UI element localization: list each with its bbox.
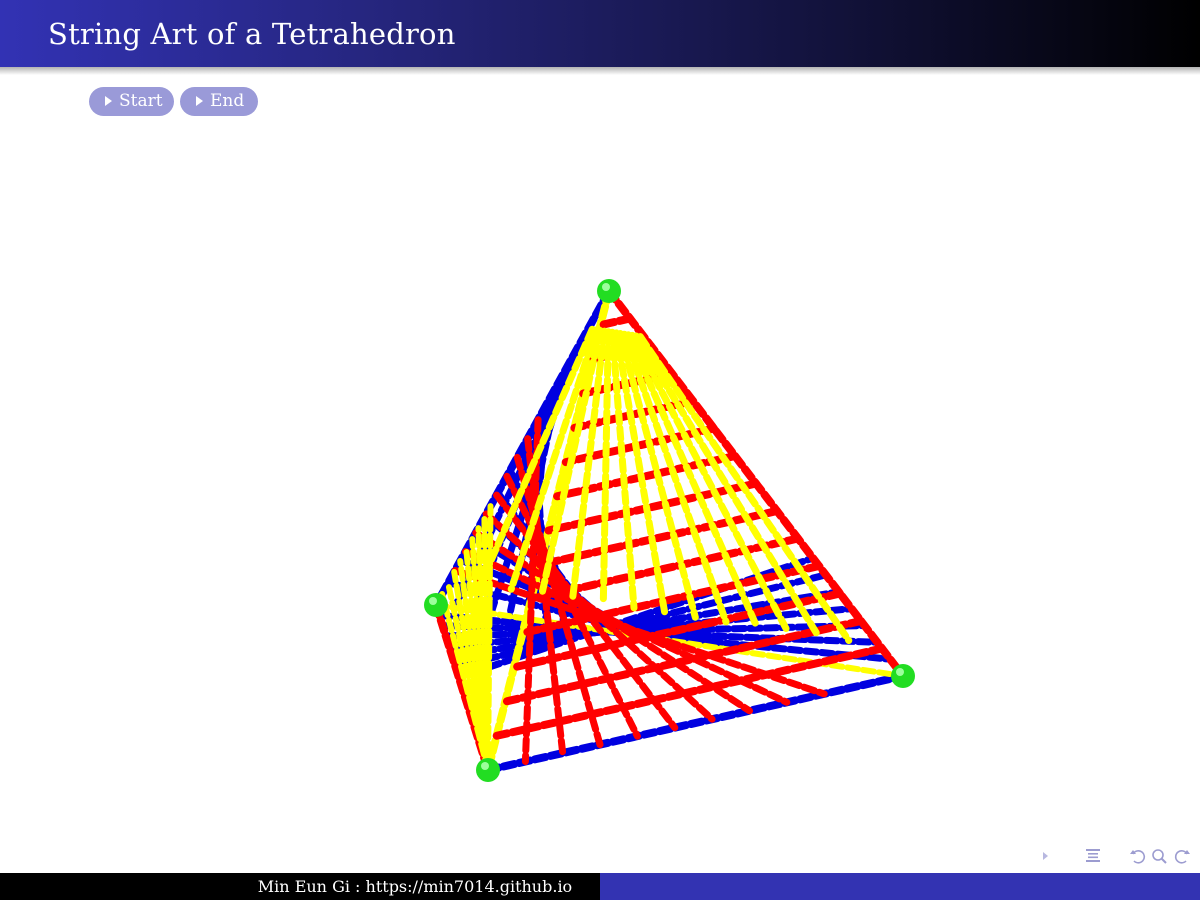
tetrahedron-string-art [424,279,915,782]
search-icon[interactable] [1150,846,1170,866]
vertex-ball [891,664,915,688]
vertex-ball [597,279,621,303]
vertex-ball [424,593,448,617]
footer-bar: Min Eun Gi : https://min7014.github.io [0,873,1200,900]
vertex-highlight [481,762,489,770]
section-nav-icon[interactable] [1082,846,1104,866]
vertex-highlight [602,283,610,291]
vertex-highlight [896,668,904,676]
yellow-string [485,503,494,773]
slide-nav-arrow-icon[interactable] [1036,846,1056,866]
slide: String Art of a Tetrahedron Start End Mi… [0,0,1200,900]
front-strings [439,314,886,773]
vertex-ball [476,758,500,782]
yellow-string [599,328,612,607]
redo-icon[interactable] [1172,846,1194,866]
undo-icon[interactable] [1128,846,1148,866]
vertex-highlight [429,597,437,605]
author-link[interactable]: Min Eun Gi : https://min7014.github.io [0,873,830,900]
